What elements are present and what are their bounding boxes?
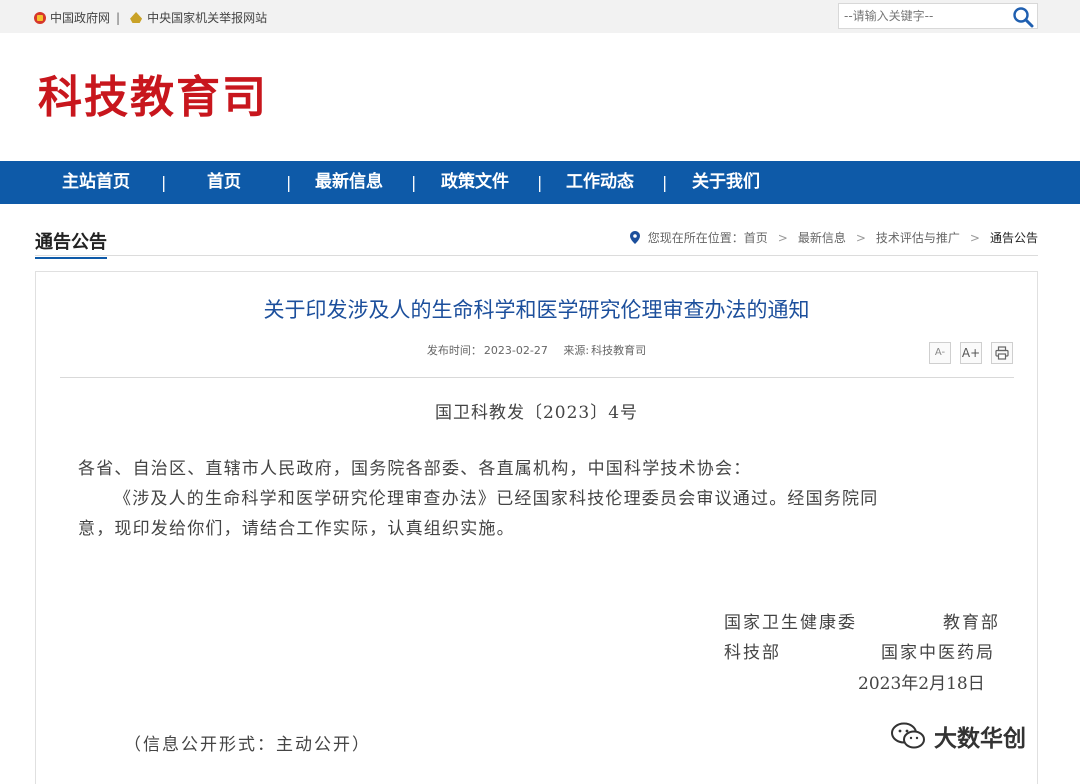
- article-panel: 关于印发涉及人的生命科学和医学研究伦理审查办法的通知 发布时间： 2023-02-…: [35, 271, 1038, 784]
- watermark-text: 大数华创: [934, 726, 1026, 752]
- wechat-watermark: 大数华创: [890, 719, 1026, 753]
- breadcrumb-current[interactable]: 通告公告: [990, 229, 1038, 246]
- search-icon[interactable]: [1012, 6, 1034, 28]
- disclosure-note: （信息公开形式：主动公开）: [124, 735, 371, 755]
- wechat-icon: [891, 722, 925, 749]
- print-button[interactable]: [991, 342, 1013, 364]
- breadcrumb-arrow: >: [777, 230, 788, 245]
- national-emblem-icon: [34, 11, 46, 24]
- signatory-nhc: 国家卫生健康委: [724, 613, 857, 633]
- publish-label: 发布时间：: [426, 344, 482, 357]
- top-links: 中国政府网 | 中央国家机关举报网站: [34, 9, 267, 26]
- sign-date: 2023年2月18日: [858, 674, 985, 694]
- search-box: [838, 3, 1038, 29]
- article-tools: A- A+: [929, 342, 1013, 364]
- article-meta: 发布时间： 2023-02-27 来源: 科技教育司: [36, 342, 1037, 358]
- signatory-most: 科技部: [724, 643, 781, 663]
- main-nav: 主站首页 | 首页 | 最新信息 | 政策文件 | 工作动态 | 关于我们: [0, 161, 1080, 204]
- source-label: 来源:: [563, 344, 590, 357]
- nav-separator: |: [161, 173, 167, 192]
- nav-separator: |: [411, 173, 417, 192]
- font-increase-button[interactable]: A+: [960, 342, 982, 364]
- nav-separator: |: [286, 173, 292, 192]
- source-value: 科技教育司: [591, 344, 647, 357]
- breadcrumb-latest[interactable]: 最新信息: [798, 229, 846, 246]
- font-decrease-button[interactable]: A-: [929, 342, 951, 364]
- signatory-tcm: 国家中医药局: [881, 643, 995, 663]
- party-emblem-icon: [130, 12, 143, 23]
- section-divider: [35, 255, 1038, 256]
- breadcrumb-prefix: 您现在所在位置：: [647, 231, 744, 245]
- breadcrumb-arrow: >: [855, 230, 866, 245]
- body-line-1: 《涉及人的生命科学和医学研究伦理审查办法》已经国家科技伦理委员会审议通过。经国务…: [114, 489, 879, 509]
- print-icon: [995, 346, 1009, 360]
- article-divider: [60, 377, 1014, 378]
- location-pin-icon: [629, 231, 640, 244]
- publish-date: 2023-02-27: [483, 344, 548, 357]
- breadcrumb-tech-eval[interactable]: 技术评估与推广: [876, 229, 960, 246]
- nav-item-work-news[interactable]: 工作动态: [566, 161, 634, 204]
- breadcrumb: 您现在所在位置： 首页 > 最新信息 > 技术评估与推广 > 通告公告: [629, 229, 1038, 246]
- nav-item-main-home[interactable]: 主站首页: [62, 161, 130, 204]
- report-site-link[interactable]: 中央国家机关举报网站: [147, 9, 267, 26]
- nav-item-policy[interactable]: 政策文件: [441, 161, 509, 204]
- signatory-moe: 教育部: [943, 613, 1000, 633]
- top-utility-bar: 中国政府网 | 中央国家机关举报网站: [0, 0, 1080, 33]
- nav-item-home[interactable]: 首页: [207, 161, 241, 204]
- document-number: 国卫科教发〔2023〕4号: [434, 403, 639, 423]
- gov-cn-link[interactable]: 中国政府网: [50, 9, 110, 26]
- search-input[interactable]: [839, 4, 1009, 28]
- salutation: 各省、自治区、直辖市人民政府，国务院各部委、各直属机构，中国科学技术协会：: [78, 459, 752, 479]
- breadcrumb-home[interactable]: 首页: [744, 229, 768, 246]
- breadcrumb-arrow: >: [969, 230, 980, 245]
- nav-item-latest[interactable]: 最新信息: [315, 161, 383, 204]
- nav-separator: |: [662, 173, 668, 192]
- article-title: 关于印发涉及人的生命科学和医学研究伦理审查办法的通知: [263, 298, 810, 322]
- site-title[interactable]: 科技教育司: [38, 72, 268, 124]
- body-line-2: 意，现印发给你们，请结合工作实际，认真组织实施。: [78, 519, 515, 539]
- nav-separator: |: [537, 173, 543, 192]
- link-separator: |: [116, 10, 121, 25]
- nav-item-about[interactable]: 关于我们: [692, 161, 760, 204]
